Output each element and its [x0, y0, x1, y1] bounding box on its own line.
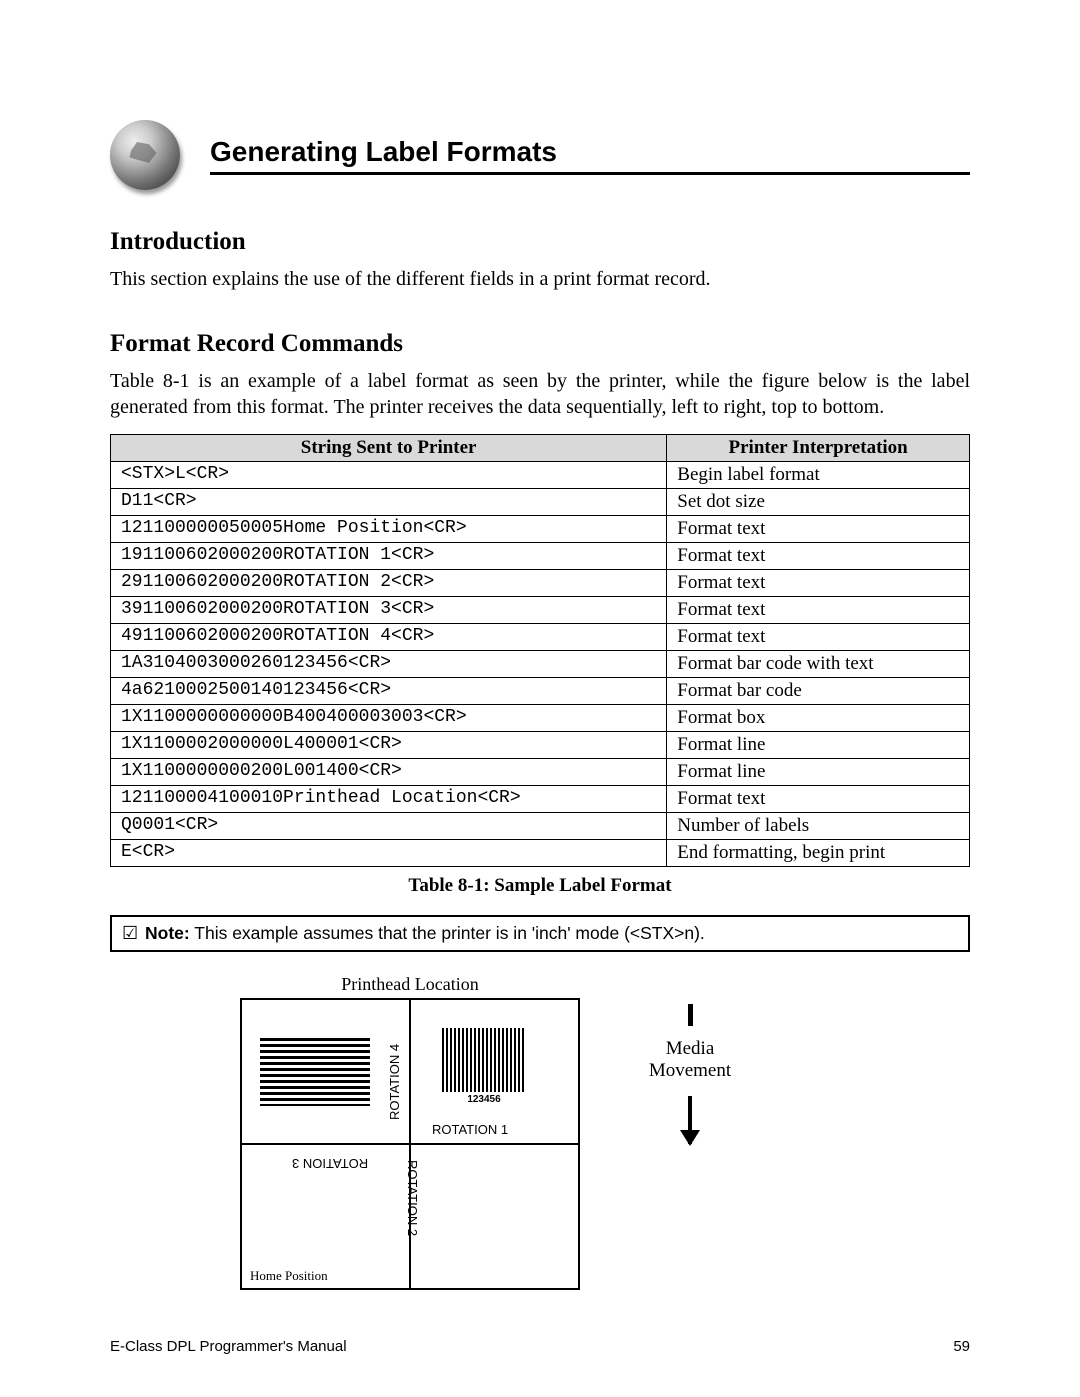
cell-string: 491100602000200ROTATION 4<CR> [111, 624, 667, 651]
rotation-1-label: ROTATION 1 [432, 1122, 508, 1137]
cell-interpretation: Format line [667, 732, 970, 759]
cell-interpretation: Format text [667, 786, 970, 813]
table-row: 491100602000200ROTATION 4<CR>Format text [111, 624, 970, 651]
intro-paragraph: This section explains the use of the dif… [110, 266, 970, 292]
cell-string: 391100602000200ROTATION 3<CR> [111, 597, 667, 624]
table-row: E<CR>End formatting, begin print [111, 840, 970, 867]
cell-string: E<CR> [111, 840, 667, 867]
barcode-horizontal-icon [260, 1038, 370, 1106]
table-caption: Table 8-1: Sample Label Format [110, 875, 970, 897]
media-text-1: Media [666, 1038, 715, 1059]
cell-string: 121100000050005Home Position<CR> [111, 516, 667, 543]
cell-interpretation: Format text [667, 570, 970, 597]
table-row: 1X1100000000200L001400<CR>Format line [111, 759, 970, 786]
col-header-interpretation: Printer Interpretation [667, 435, 970, 462]
printhead-label: Printhead Location [240, 974, 580, 995]
cell-string: 1A3104003000260123456<CR> [111, 651, 667, 678]
cell-interpretation: Format bar code [667, 678, 970, 705]
cell-string: 1X1100000000000B400400003003<CR> [111, 705, 667, 732]
chapter-title: Generating Label Formats [210, 136, 970, 168]
cell-interpretation: Format bar code with text [667, 651, 970, 678]
cursor-icon [688, 1004, 693, 1026]
cell-string: 191100602000200ROTATION 1<CR> [111, 543, 667, 570]
home-position-label: Home Position [250, 1268, 328, 1284]
globe-icon [110, 120, 180, 190]
cell-string: 291100602000200ROTATION 2<CR> [111, 570, 667, 597]
col-header-string: String Sent to Printer [111, 435, 667, 462]
label-outline: ROTATION 4 123456 ROTATION 1 ROTATION 3 … [240, 998, 580, 1290]
cell-string: 1X1100000000200L001400<CR> [111, 759, 667, 786]
cell-interpretation: Begin label format [667, 462, 970, 489]
cell-string: 121100004100010Printhead Location<CR> [111, 786, 667, 813]
table-row: 291100602000200ROTATION 2<CR>Format text [111, 570, 970, 597]
section-heading-format-record: Format Record Commands [110, 330, 970, 358]
cell-interpretation: Format text [667, 624, 970, 651]
frc-paragraph: Table 8-1 is an example of a label forma… [110, 368, 970, 420]
footer-left: E-Class DPL Programmer's Manual [110, 1338, 347, 1355]
table-row: 121100004100010Printhead Location<CR>For… [111, 786, 970, 813]
cell-interpretation: Format text [667, 597, 970, 624]
table-row: 4a6210002500140123456<CR>Format bar code [111, 678, 970, 705]
cell-string: D11<CR> [111, 489, 667, 516]
cell-string: 1X1100002000000L400001<CR> [111, 732, 667, 759]
horizontal-divider [242, 1143, 578, 1145]
cell-interpretation: Set dot size [667, 489, 970, 516]
cell-string: Q0001<CR> [111, 813, 667, 840]
table-row: 191100602000200ROTATION 1<CR>Format text [111, 543, 970, 570]
table-row: <STX>L<CR>Begin label format [111, 462, 970, 489]
cell-interpretation: Format text [667, 543, 970, 570]
down-arrow-icon [688, 1096, 692, 1144]
media-movement: Media Movement [630, 1004, 750, 1144]
footer-page-number: 59 [953, 1338, 970, 1355]
section-heading-introduction: Introduction [110, 228, 970, 256]
cell-string: <STX>L<CR> [111, 462, 667, 489]
note-box: ☑ Note: This example assumes that the pr… [110, 915, 970, 952]
cell-interpretation: Format box [667, 705, 970, 732]
cell-string: 4a6210002500140123456<CR> [111, 678, 667, 705]
cell-interpretation: Format text [667, 516, 970, 543]
table-row: Q0001<CR>Number of labels [111, 813, 970, 840]
label-figure: Printhead Location ROTATION 4 123456 ROT… [240, 974, 840, 1304]
cell-interpretation: End formatting, begin print [667, 840, 970, 867]
note-label: Note: [145, 923, 190, 943]
checkbox-icon: ☑ [122, 923, 138, 943]
table-row: 121100000050005Home Position<CR>Format t… [111, 516, 970, 543]
note-text: This example assumes that the printer is… [190, 923, 705, 943]
barcode-number: 123456 [442, 1094, 526, 1105]
media-text-2: Movement [649, 1060, 731, 1081]
rotation-2-label: ROTATION 2 [405, 1160, 420, 1236]
table-row: D11<CR>Set dot size [111, 489, 970, 516]
title-rule [210, 172, 970, 175]
label-format-table: String Sent to Printer Printer Interpret… [110, 434, 970, 867]
rotation-3-label: ROTATION 3 [292, 1156, 368, 1171]
page-footer: E-Class DPL Programmer's Manual 59 [110, 1338, 970, 1355]
rotation-4-label: ROTATION 4 [387, 1044, 402, 1120]
chapter-header: Generating Label Formats [110, 120, 970, 190]
table-row: 1A3104003000260123456<CR>Format bar code… [111, 651, 970, 678]
table-row: 1X1100000000000B400400003003<CR>Format b… [111, 705, 970, 732]
cell-interpretation: Format line [667, 759, 970, 786]
table-row: 1X1100002000000L400001<CR>Format line [111, 732, 970, 759]
table-row: 391100602000200ROTATION 3<CR>Format text [111, 597, 970, 624]
cell-interpretation: Number of labels [667, 813, 970, 840]
barcode-vertical-icon [442, 1028, 526, 1092]
